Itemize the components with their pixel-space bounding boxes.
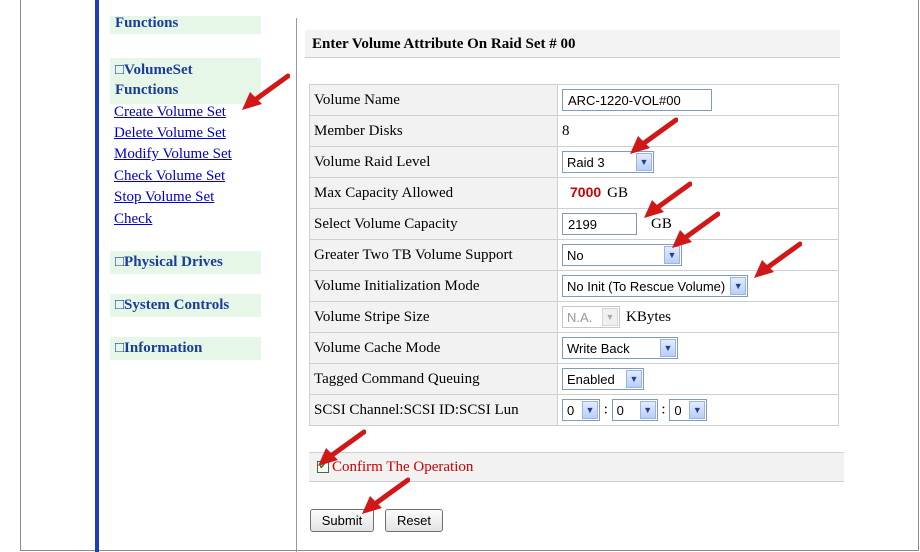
two-tb-support-selected: No: [567, 247, 584, 263]
select-capacity-input[interactable]: 2199: [562, 213, 637, 235]
sidebar-link-modify-volume-set[interactable]: Modify Volume Set: [114, 144, 232, 165]
sidebar-link-check[interactable]: Check: [114, 209, 152, 230]
row-cache-mode: Volume Cache Mode Write Back ▼: [310, 333, 838, 363]
max-capacity-unit: GB: [607, 185, 628, 202]
row-select-capacity: Select Volume Capacity 2199 GB: [310, 209, 838, 239]
row-tcq: Tagged Command Queuing Enabled ▼: [310, 364, 838, 394]
chevron-down-icon[interactable]: ▼: [639, 401, 656, 419]
row-volume-name: Volume Name ARC-1220-VOL#00: [310, 85, 838, 115]
sidebar-link-delete-volume-set[interactable]: Delete Volume Set: [114, 123, 226, 144]
red-arrow-icon: [318, 429, 366, 466]
red-arrow-icon: [672, 211, 720, 248]
sidebar-section-functions: Functions: [110, 16, 261, 34]
stripe-size-unit: KBytes: [626, 308, 671, 325]
sidebar-section-physical-drives[interactable]: □Physical Drives: [110, 251, 261, 274]
row-stripe-size: Volume Stripe Size N.A. ▼ KBytes: [310, 302, 838, 332]
scsi-id-select[interactable]: 0 ▼: [611, 399, 658, 421]
volume-name-input[interactable]: ARC-1220-VOL#00: [562, 89, 712, 111]
scsi-id-selected: 0: [616, 402, 624, 418]
scsi-channel-selected: 0: [567, 402, 575, 418]
init-mode-select[interactable]: No Init (To Rescue Volume) ▼: [562, 275, 749, 297]
red-arrow-icon: [242, 73, 290, 110]
select-capacity-label: Select Volume Capacity: [310, 209, 557, 239]
cache-mode-label: Volume Cache Mode: [310, 333, 557, 363]
two-tb-support-select[interactable]: No ▼: [562, 244, 682, 266]
raid-level-label: Volume Raid Level: [310, 147, 557, 177]
scsi-label: SCSI Channel:SCSI ID:SCSI Lun: [310, 395, 557, 425]
red-arrow-icon: [754, 241, 802, 278]
page-title: Enter Volume Attribute On Raid Set # 00: [305, 30, 840, 58]
sidebar-link-check-volume-set[interactable]: Check Volume Set: [114, 166, 225, 187]
sidebar-link-create-volume-set[interactable]: Create Volume Set: [114, 102, 226, 123]
red-arrow-icon: [630, 117, 678, 154]
sidebar-section-information[interactable]: □Information: [110, 337, 261, 360]
scsi-lun-selected: 0: [674, 402, 682, 418]
raid-level-selected: Raid 3: [567, 154, 605, 170]
sidebar-section-system-controls[interactable]: □System Controls: [110, 294, 261, 317]
sidebar-link-stop-volume-set[interactable]: Stop Volume Set: [114, 187, 214, 208]
volume-name-label: Volume Name: [310, 85, 557, 115]
scsi-separator: :: [661, 401, 666, 418]
row-raid-level: Volume Raid Level Raid 3 ▼: [310, 147, 838, 177]
tcq-select[interactable]: Enabled ▼: [562, 368, 644, 390]
column-divider: [296, 18, 297, 552]
row-scsi: SCSI Channel:SCSI ID:SCSI Lun 0 ▼ : 0 ▼ : …: [310, 395, 838, 425]
row-member-disks: Member Disks 8: [310, 116, 838, 146]
chevron-down-icon[interactable]: ▼: [730, 277, 747, 295]
chevron-down-icon[interactable]: ▼: [626, 370, 642, 388]
sidebar-section-volumeset[interactable]: □VolumeSet Functions: [110, 58, 261, 104]
max-capacity-value: 7000: [570, 183, 602, 200]
cache-mode-selected: Write Back: [567, 340, 630, 356]
row-max-capacity: Max Capacity Allowed 7000 GB: [310, 178, 838, 208]
chevron-down-icon[interactable]: ▼: [660, 339, 676, 357]
scsi-lun-select[interactable]: 0 ▼: [669, 399, 708, 421]
stripe-size-selected: N.A.: [567, 309, 593, 325]
chevron-down-icon[interactable]: ▼: [689, 401, 706, 419]
member-disks-value: 8: [558, 116, 838, 146]
init-mode-label: Volume Initialization Mode: [310, 271, 557, 301]
stripe-size-select: N.A. ▼: [562, 306, 620, 328]
init-mode-selected: No Init (To Rescue Volume): [567, 278, 726, 294]
scsi-separator: :: [603, 401, 608, 418]
max-capacity-label: Max Capacity Allowed: [310, 178, 557, 208]
member-disks-label: Member Disks: [310, 116, 557, 146]
sidebar-accent-bar: [95, 0, 99, 552]
tcq-selected: Enabled: [567, 371, 615, 387]
scsi-channel-select[interactable]: 0 ▼: [562, 399, 600, 421]
chevron-down-icon: ▼: [602, 308, 618, 326]
two-tb-support-label: Greater Two TB Volume Support: [310, 240, 557, 270]
cache-mode-select[interactable]: Write Back ▼: [562, 337, 678, 359]
tcq-label: Tagged Command Queuing: [310, 364, 557, 394]
raid-level-select[interactable]: Raid 3 ▼: [562, 151, 654, 173]
stripe-size-label: Volume Stripe Size: [310, 302, 557, 332]
chevron-down-icon[interactable]: ▼: [664, 246, 680, 264]
red-arrow-icon: [362, 477, 410, 514]
chevron-down-icon[interactable]: ▼: [636, 153, 652, 171]
chevron-down-icon[interactable]: ▼: [582, 401, 598, 419]
